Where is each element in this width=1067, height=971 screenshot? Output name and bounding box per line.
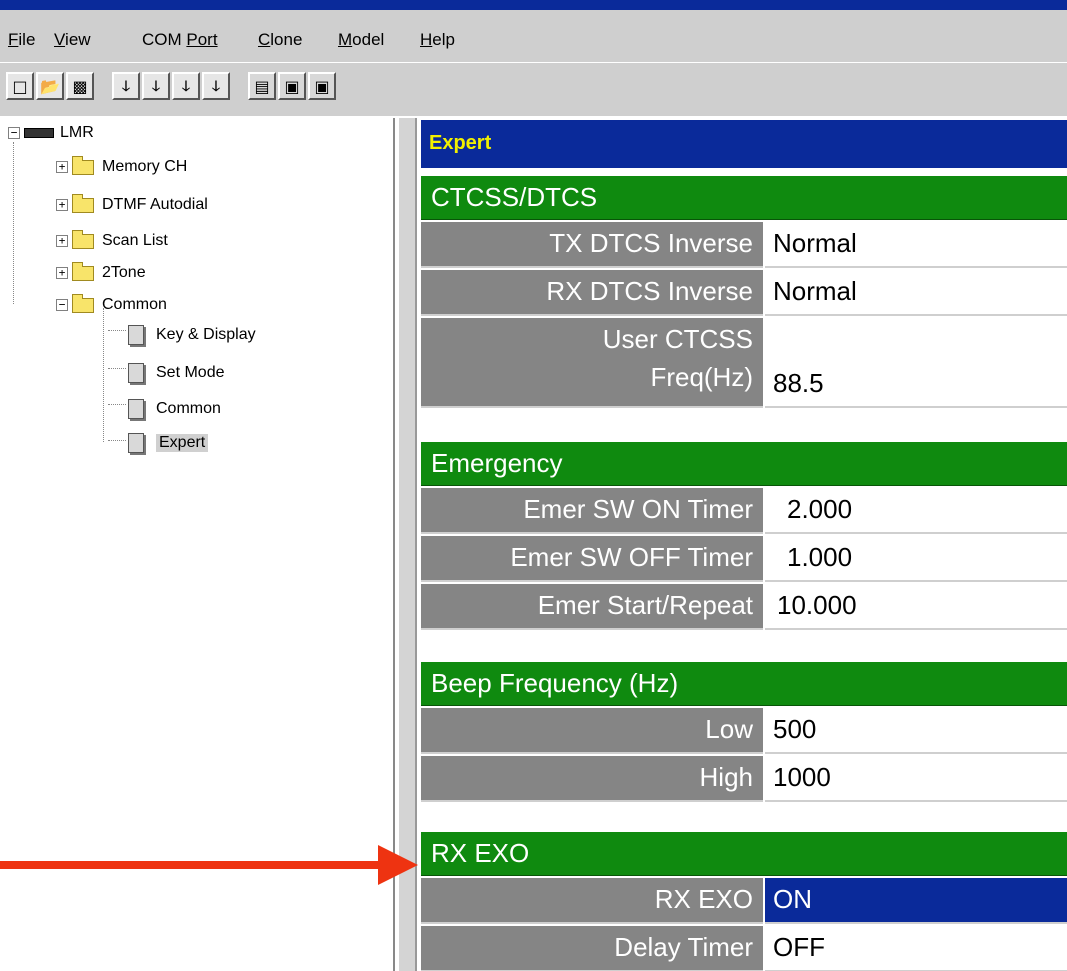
setting-row[interactable]: Emer SW ON Timer 2.000	[421, 488, 1067, 534]
section-ctcss-dtcs: CTCSS/DTCS	[421, 176, 1067, 220]
setting-row[interactable]: Delay Timer OFF	[421, 926, 1067, 971]
tree-guide	[108, 330, 126, 331]
setting-value[interactable]: 500	[765, 708, 1067, 754]
clone-3-icon[interactable]: ↆ	[172, 72, 200, 100]
menu-model[interactable]: Model	[338, 30, 384, 50]
title-bar-strip	[0, 0, 1067, 10]
tree-item-scan-list[interactable]: + Scan List	[56, 229, 168, 252]
menu-help[interactable]: Help	[420, 30, 455, 50]
section-emergency: Emergency	[421, 442, 1067, 486]
setting-label: TX DTCS Inverse	[421, 222, 763, 268]
folder-icon	[72, 293, 94, 313]
setting-row[interactable]: Low 500	[421, 708, 1067, 754]
expand-icon[interactable]: +	[56, 267, 68, 279]
new-icon[interactable]: □	[6, 72, 34, 100]
collapse-icon[interactable]: −	[56, 299, 68, 311]
annotation-arrow-icon	[0, 845, 418, 885]
menu-bar: File View COM Port Clone Model Help	[0, 10, 1067, 62]
setting-value[interactable]: 88.5	[765, 318, 1067, 408]
radio-device-icon	[24, 128, 54, 138]
clone-2-icon[interactable]: ↆ	[142, 72, 170, 100]
setting-value[interactable]: 2.000	[765, 488, 1067, 534]
document-icon	[128, 325, 144, 345]
menu-file[interactable]: File	[8, 30, 35, 50]
setting-value[interactable]: 1.000	[765, 536, 1067, 582]
open-icon[interactable]: 📂	[36, 72, 64, 100]
setting-value[interactable]: 1000	[765, 756, 1067, 802]
tree-guide	[103, 308, 104, 442]
section-beep-frequency: Beep Frequency (Hz)	[421, 662, 1067, 706]
tree-item-key-display[interactable]: Key & Display	[128, 324, 256, 346]
setting-label: Emer SW OFF Timer	[421, 536, 763, 582]
setting-label: RX EXO	[421, 878, 763, 924]
setting-value[interactable]: Normal	[765, 222, 1067, 268]
tree-item-dtmf-autodial[interactable]: + DTMF Autodial	[56, 193, 208, 216]
menu-view[interactable]: View	[54, 30, 91, 50]
setting-row[interactable]: User CTCSS Freq(Hz) 88.5	[421, 318, 1067, 408]
folder-icon	[72, 261, 94, 281]
setting-row[interactable]: High 1000	[421, 756, 1067, 802]
setting-label: Emer SW ON Timer	[421, 488, 763, 534]
folder-icon	[72, 155, 94, 175]
setting-label: RX DTCS Inverse	[421, 270, 763, 316]
arrow-head	[378, 845, 418, 885]
tree-item-memory-ch[interactable]: + Memory CH	[56, 155, 187, 178]
collapse-icon[interactable]: −	[8, 127, 20, 139]
menu-com-port[interactable]: COM Port	[142, 30, 218, 50]
setting-row[interactable]: Emer Start/Repeat 10.000	[421, 584, 1067, 630]
setting-row[interactable]: Emer SW OFF Timer 1.000	[421, 536, 1067, 582]
section-rx-exo: RX EXO	[421, 832, 1067, 876]
setting-row-selected[interactable]: RX EXO ON	[421, 878, 1067, 924]
tree-guide	[108, 368, 126, 369]
panel-title: Expert	[421, 120, 1067, 168]
tree-guide	[108, 440, 126, 441]
setting-row[interactable]: RX DTCS Inverse Normal	[421, 270, 1067, 316]
read-icon[interactable]: ▤	[248, 72, 276, 100]
tree-item-expert[interactable]: Expert	[128, 432, 209, 454]
setting-value[interactable]: ON	[765, 878, 1067, 924]
clone-1-icon[interactable]: ↆ	[112, 72, 140, 100]
read-radio-icon[interactable]: ▣	[308, 72, 336, 100]
write-radio-icon[interactable]: ▣	[278, 72, 306, 100]
setting-row[interactable]: TX DTCS Inverse Normal	[421, 222, 1067, 268]
tree-item-common-page[interactable]: Common	[128, 398, 221, 420]
document-icon	[128, 433, 144, 453]
setting-value[interactable]: Normal	[765, 270, 1067, 316]
settings-panel: Expert CTCSS/DTCS TX DTCS Inverse Normal…	[419, 120, 1067, 971]
setting-label: User CTCSS Freq(Hz)	[421, 318, 763, 408]
expand-icon[interactable]: +	[56, 161, 68, 173]
setting-label: High	[421, 756, 763, 802]
tree-item-2tone[interactable]: + 2Tone	[56, 261, 146, 284]
document-icon	[128, 363, 144, 383]
clone-4-icon[interactable]: ↆ	[202, 72, 230, 100]
tree-item-set-mode[interactable]: Set Mode	[128, 362, 224, 384]
folder-icon	[72, 193, 94, 213]
setting-label: Delay Timer	[421, 926, 763, 971]
setting-label: Low	[421, 708, 763, 754]
tree-root[interactable]: − LMR	[8, 122, 94, 144]
arrow-shaft	[0, 861, 380, 869]
menu-clone[interactable]: Clone	[258, 30, 302, 50]
setting-value[interactable]: 10.000	[765, 584, 1067, 630]
save-icon[interactable]: ▩	[66, 72, 94, 100]
setting-value[interactable]: OFF	[765, 926, 1067, 971]
setting-label: Emer Start/Repeat	[421, 584, 763, 630]
tree-item-common[interactable]: − Common	[56, 293, 167, 316]
expand-icon[interactable]: +	[56, 235, 68, 247]
tree-guide	[108, 404, 126, 405]
folder-icon	[72, 229, 94, 249]
document-icon	[128, 399, 144, 419]
expand-icon[interactable]: +	[56, 199, 68, 211]
tree-guide	[13, 142, 14, 304]
